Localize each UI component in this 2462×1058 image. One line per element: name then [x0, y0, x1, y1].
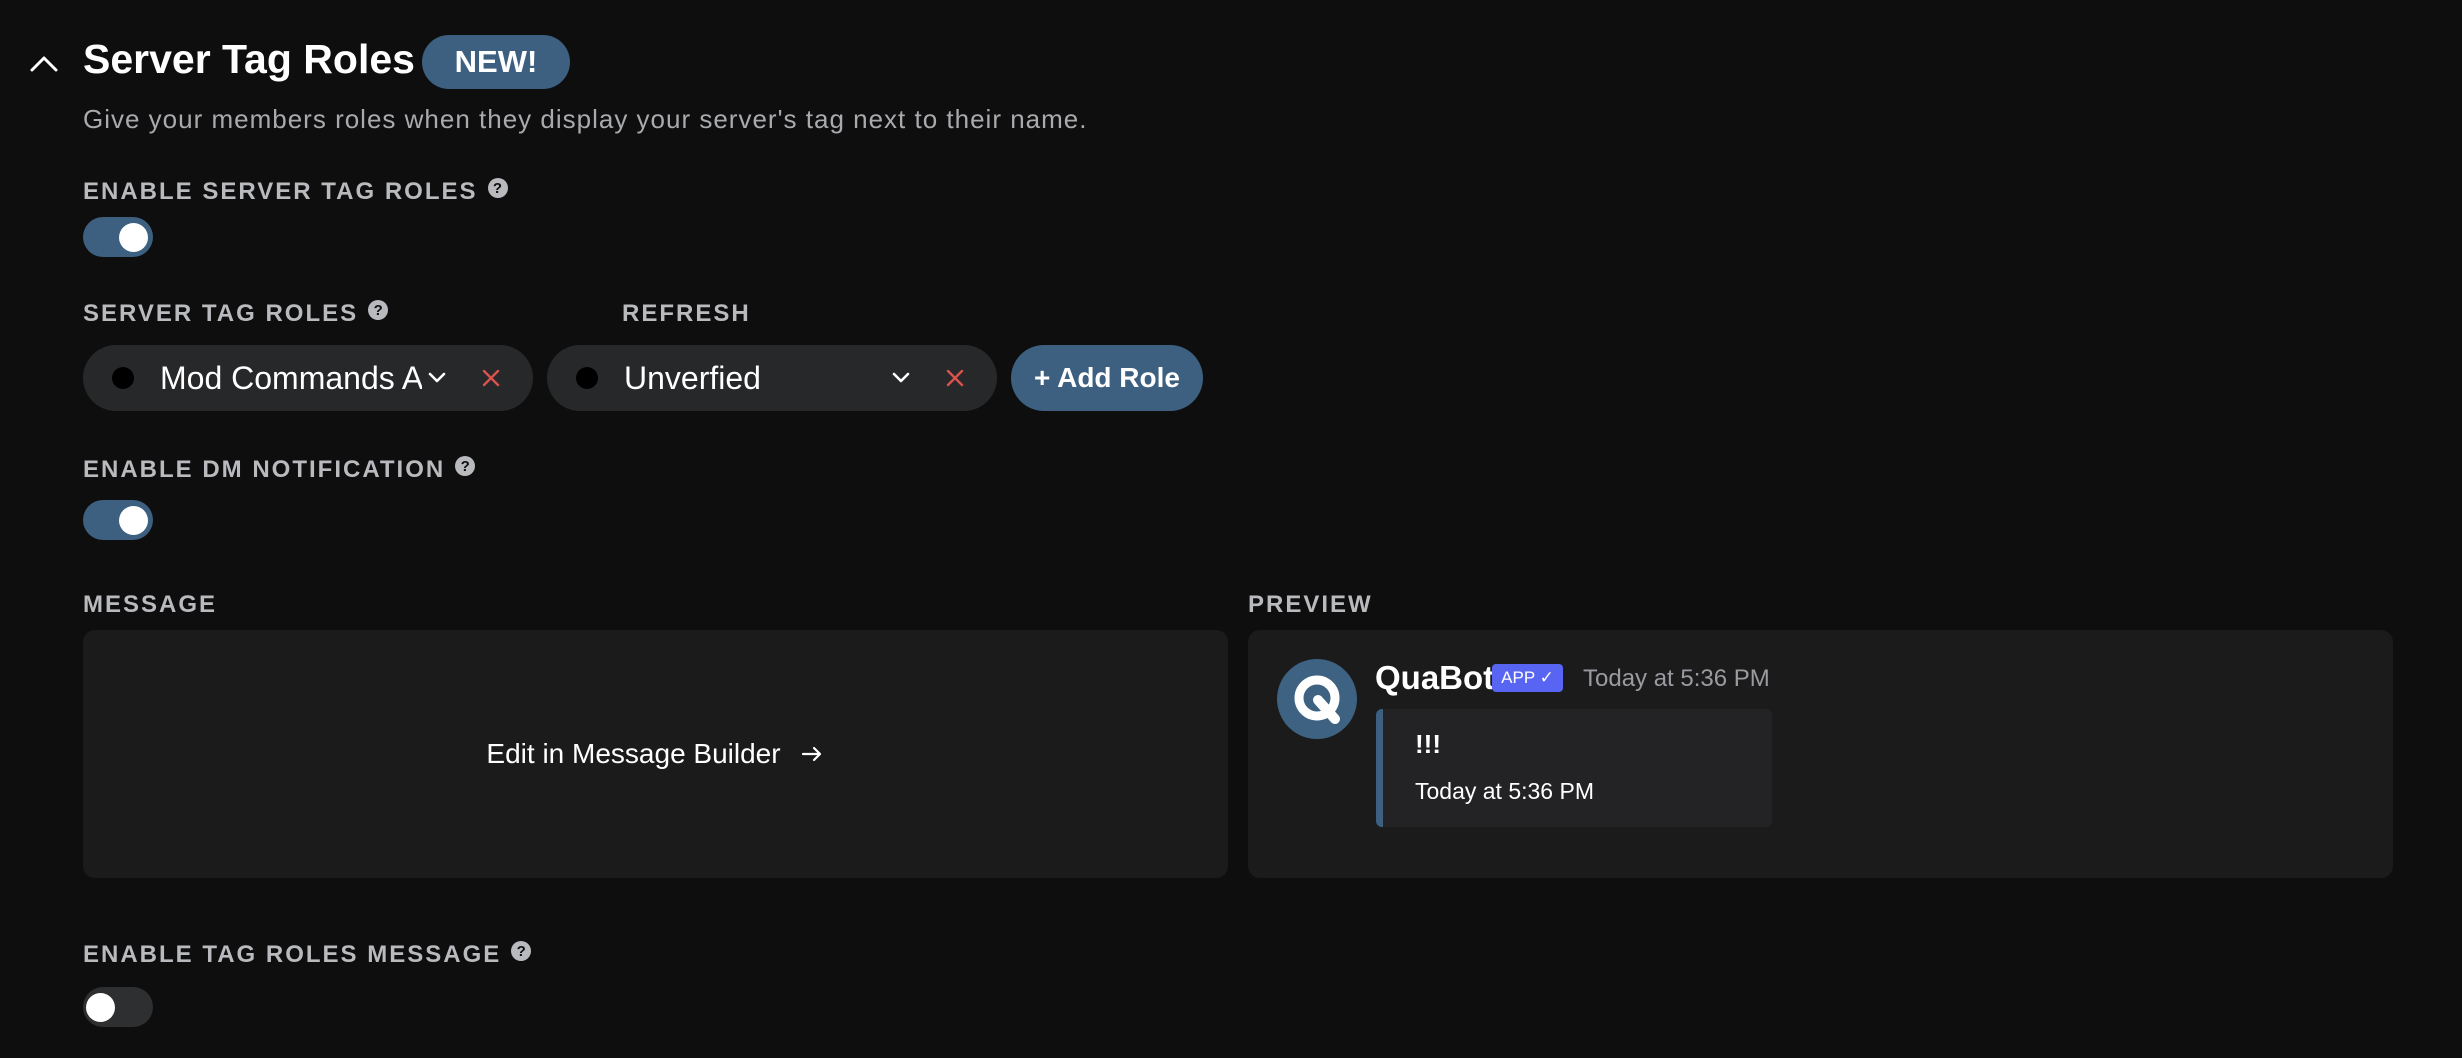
role-name: Unverfied [624, 359, 761, 396]
server-tag-roles-label: SERVER TAG ROLES ? [83, 300, 389, 328]
server-tag-roles-text: SERVER TAG ROLES [83, 300, 359, 327]
chevron-down-icon[interactable] [424, 365, 450, 391]
enable-tag-roles-message-label: ENABLE TAG ROLES MESSAGE ? [83, 941, 532, 969]
enable-server-tag-roles-toggle[interactable] [83, 217, 153, 257]
edit-in-message-builder-text: Edit in Message Builder [486, 738, 781, 769]
enable-dm-notification-toggle[interactable] [83, 500, 153, 540]
bot-avatar[interactable] [1277, 659, 1357, 739]
remove-role-x-icon[interactable] [942, 365, 968, 391]
collapse-chevron-up-icon[interactable] [24, 44, 64, 84]
message-embed: !!! Today at 5:36 PM [1376, 709, 1772, 827]
message-label: MESSAGE [83, 591, 218, 618]
section-title: Server Tag Roles [83, 36, 415, 82]
role-color-dot [112, 367, 134, 389]
toggle-knob [119, 506, 148, 535]
new-badge: NEW! [422, 35, 570, 89]
role-select-1[interactable]: Mod Commands A [83, 345, 533, 411]
role-select-2[interactable]: Unverfied [547, 345, 997, 411]
help-icon[interactable]: ? [487, 178, 508, 198]
message-panel: Edit in Message Builder [83, 630, 1228, 878]
bot-name[interactable]: QuaBot [1375, 659, 1494, 697]
toggle-knob [119, 223, 148, 252]
embed-title: !!! [1415, 729, 1441, 759]
edit-in-message-builder-link[interactable]: Edit in Message Builder [83, 630, 1228, 878]
role-name: Mod Commands A [160, 359, 422, 396]
help-icon[interactable]: ? [455, 456, 476, 476]
preview-label: PREVIEW [1248, 591, 1373, 618]
enable-dm-notification-label: ENABLE DM NOTIFICATION ? [83, 456, 476, 484]
app-badge: APP ✓ [1492, 664, 1563, 692]
help-icon[interactable]: ? [368, 300, 389, 320]
toggle-knob [86, 993, 115, 1022]
refresh-link[interactable]: REFRESH [622, 300, 751, 328]
arrow-right-icon [799, 741, 825, 767]
enable-server-tag-roles-text: ENABLE SERVER TAG ROLES [83, 178, 478, 205]
section-description: Give your members roles when they displa… [83, 104, 1088, 134]
enable-tag-roles-message-text: ENABLE TAG ROLES MESSAGE [83, 941, 502, 968]
remove-role-x-icon[interactable] [478, 365, 504, 391]
chevron-down-icon[interactable] [888, 365, 914, 391]
message-timestamp: Today at 5:36 PM [1583, 665, 1770, 692]
embed-footer: Today at 5:36 PM [1415, 778, 1594, 804]
role-color-dot [576, 367, 598, 389]
enable-server-tag-roles-label: ENABLE SERVER TAG ROLES ? [83, 178, 508, 206]
enable-tag-roles-message-toggle[interactable] [83, 987, 153, 1027]
add-role-button[interactable]: + Add Role [1011, 345, 1203, 411]
enable-dm-notification-text: ENABLE DM NOTIFICATION [83, 456, 446, 483]
help-icon[interactable]: ? [511, 941, 532, 961]
